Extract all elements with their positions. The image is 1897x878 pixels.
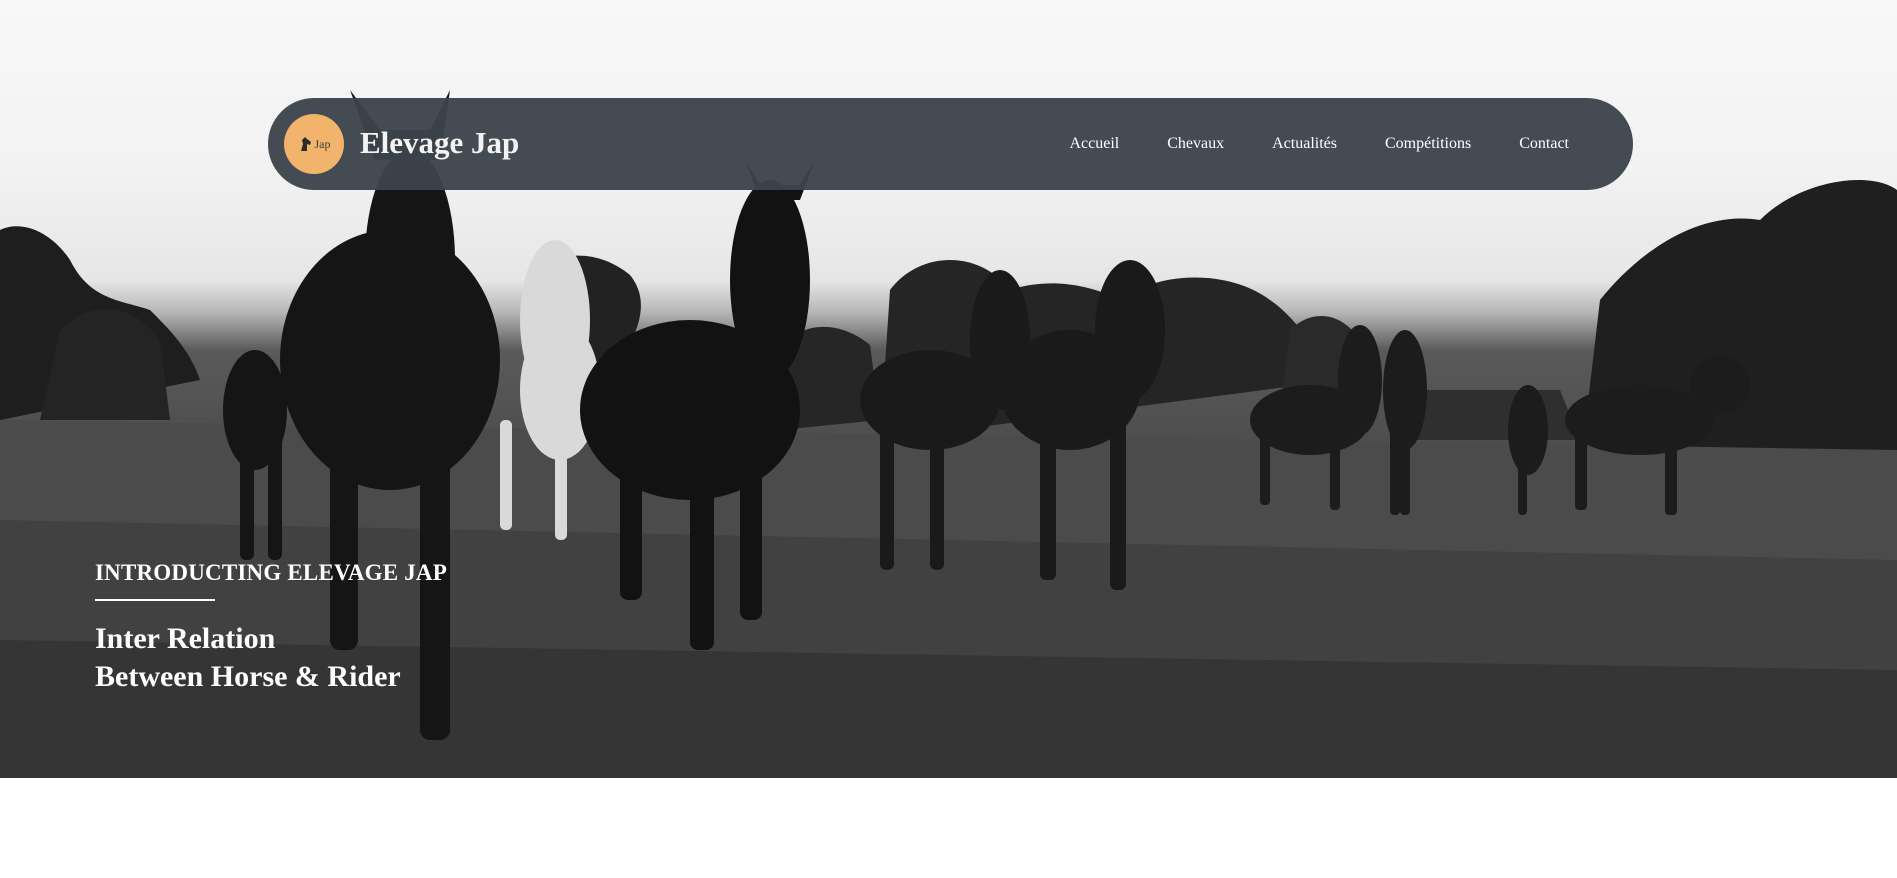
hero-intro: INTRODUCTING ELEVAGE JAP Inter Relation … xyxy=(95,560,695,696)
logo-text: Jap xyxy=(314,136,331,151)
brand-logo[interactable]: Jap xyxy=(284,114,344,174)
hero-section: Jap Elevage Jap Accueil Chevaux Actualit… xyxy=(0,0,1897,778)
nav-link-accueil[interactable]: Accueil xyxy=(1070,135,1120,153)
brand-name[interactable]: Elevage Jap xyxy=(360,125,519,161)
hero-headline-line2: Between Horse & Rider xyxy=(95,660,401,693)
nav-link-chevaux[interactable]: Chevaux xyxy=(1167,135,1224,153)
nav-link-contact[interactable]: Contact xyxy=(1519,135,1569,153)
horse-head-icon xyxy=(300,137,311,151)
site-navbar: Jap Elevage Jap Accueil Chevaux Actualit… xyxy=(268,98,1633,190)
hero-divider xyxy=(95,599,215,601)
main-nav: Accueil Chevaux Actualités Compétitions … xyxy=(1070,98,1570,190)
hero-eyebrow: INTRODUCTING ELEVAGE JAP xyxy=(95,560,447,585)
nav-link-competitions[interactable]: Compétitions xyxy=(1385,135,1471,153)
nav-link-actualites[interactable]: Actualités xyxy=(1272,135,1337,153)
hero-headline-line1: Inter Relation xyxy=(95,622,276,655)
hero-headline: Inter Relation Between Horse & Rider xyxy=(95,620,695,696)
